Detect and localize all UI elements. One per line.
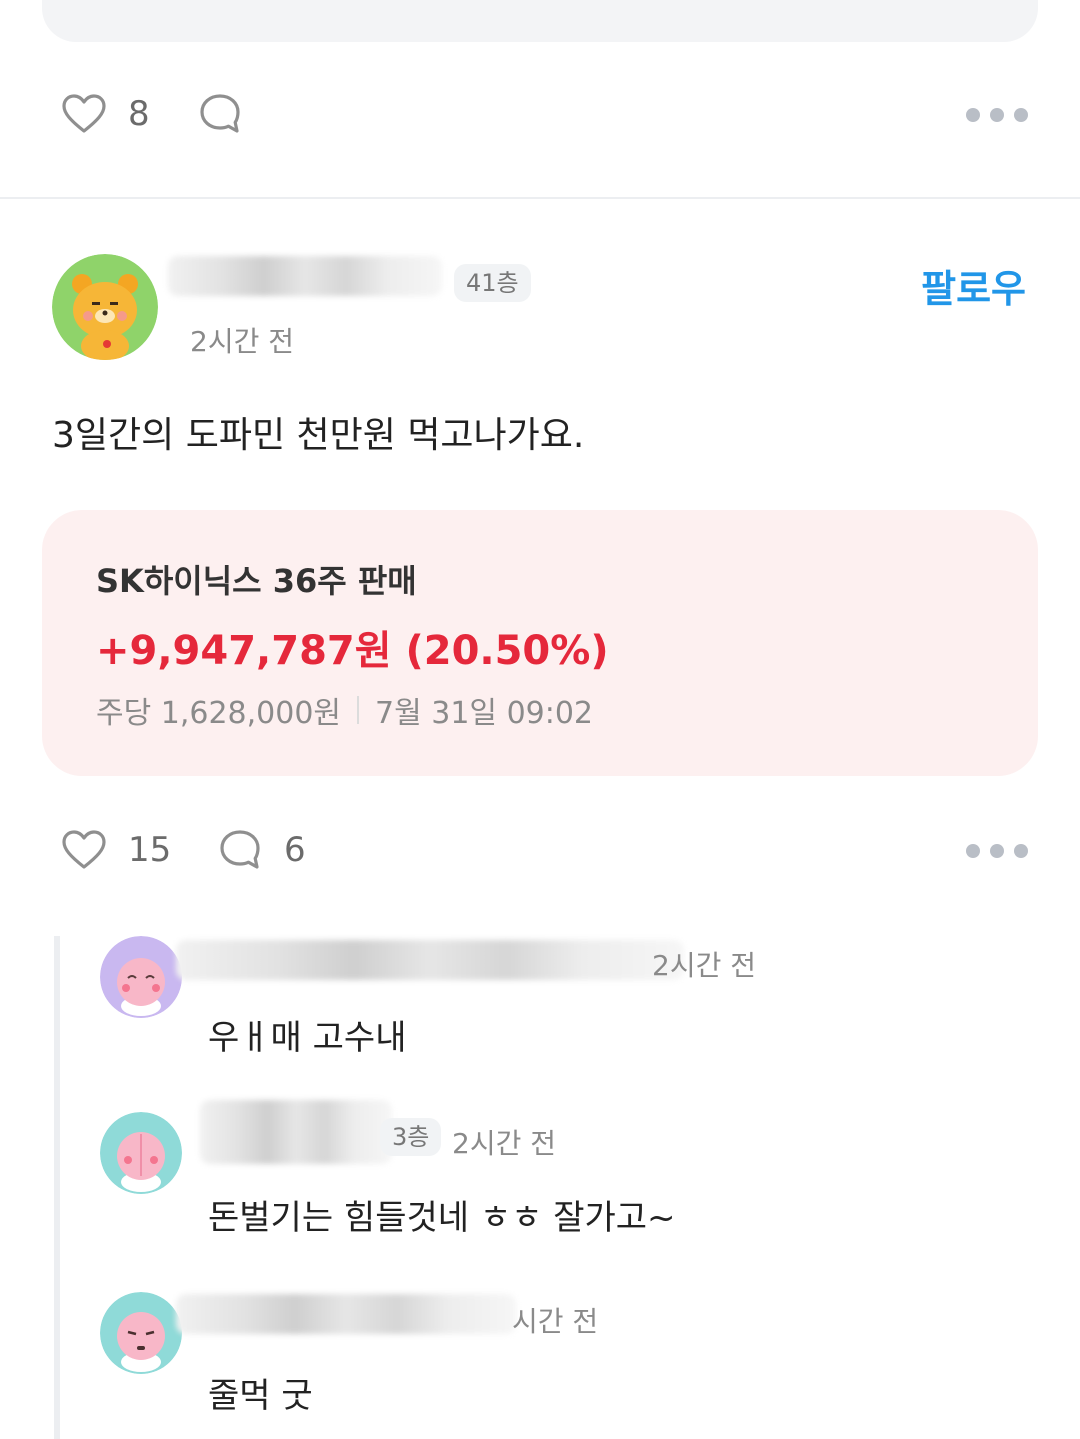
comment-avatar[interactable] [100, 1292, 182, 1374]
heart-outline-icon [62, 830, 106, 869]
trade-meta: 주당 1,628,000원 7월 31일 09:02 [96, 688, 593, 732]
heart-outline-icon [62, 94, 106, 133]
previous-post-card [42, 0, 1038, 42]
trade-gain: +9,947,787원 (20.50%) [96, 628, 609, 674]
trade-title: SK하이닉스 36주 판매 [96, 562, 417, 600]
author-name-redacted[interactable] [168, 256, 442, 296]
trade-datetime: 7월 31일 09:02 [375, 696, 594, 731]
comment-author-redacted[interactable] [176, 1294, 516, 1334]
more-horizontal-icon[interactable] [966, 844, 1028, 858]
comment-button[interactable] [196, 90, 264, 138]
comment-time: 2시간 전 [652, 949, 756, 982]
comment-author-redacted[interactable] [200, 1100, 392, 1164]
speech-bubble-icon [220, 830, 260, 869]
like-button[interactable]: 15 [60, 826, 171, 874]
speech-bubble-icon [200, 94, 240, 133]
post-action-bar: 15 6 [0, 820, 1080, 880]
comment-author-redacted[interactable] [176, 940, 684, 980]
previous-post-action-bar: 8 [0, 84, 1080, 144]
comment-text: 줄먹 굿 [208, 1376, 313, 1416]
floor-badge: 41층 [454, 264, 531, 302]
comment-text: 돈벌기는 힘들것네 ㅎㅎ 잘가고~ [208, 1198, 676, 1238]
author-avatar[interactable] [52, 254, 158, 360]
comment-time: 2시간 전 [452, 1127, 556, 1160]
post-divider [0, 197, 1080, 199]
comment-time: 시간 전 [512, 1305, 599, 1338]
meta-separator [357, 696, 360, 724]
post-time: 2시간 전 [190, 325, 294, 358]
follow-button[interactable]: 팔로우 [921, 258, 1026, 313]
comment-avatar[interactable] [100, 936, 182, 1018]
trade-price: 주당 1,628,000원 [96, 696, 342, 731]
comment-button[interactable]: 6 [216, 826, 306, 874]
post-text: 3일간의 도파민 천만원 먹고나가요. [52, 415, 585, 456]
comment-count: 6 [284, 830, 306, 870]
comment-text: 우ㅐ매 고수내 [208, 1018, 407, 1058]
floor-badge: 3층 [380, 1118, 442, 1156]
trade-card[interactable]: SK하이닉스 36주 판매 +9,947,787원 (20.50%) 주당 1,… [42, 510, 1038, 776]
comment-thread-line [54, 936, 60, 1439]
like-count: 15 [128, 830, 172, 870]
like-count: 8 [128, 94, 150, 134]
like-button[interactable]: 8 [60, 90, 150, 138]
more-horizontal-icon[interactable] [966, 108, 1028, 122]
comment-avatar[interactable] [100, 1112, 182, 1194]
